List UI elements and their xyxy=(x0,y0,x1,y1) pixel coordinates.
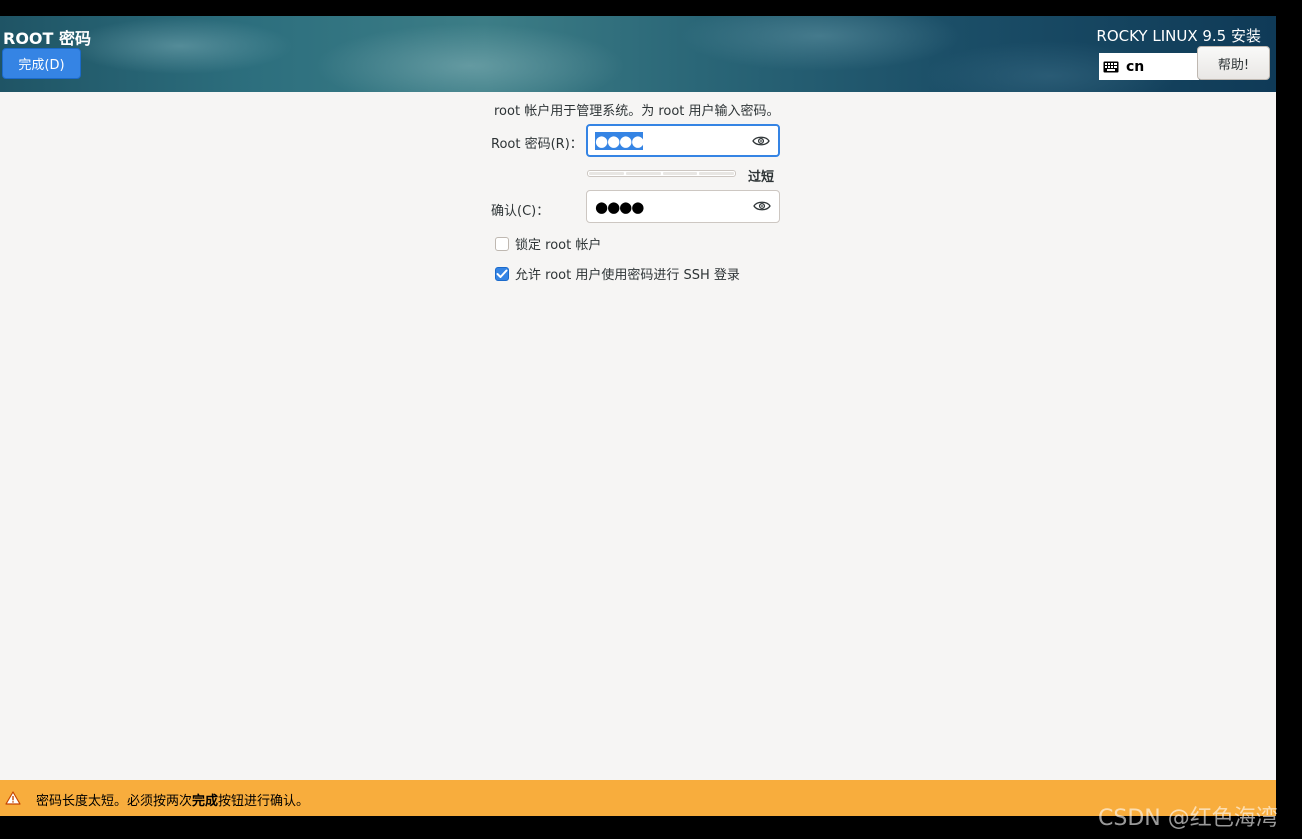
product-title: ROCKY LINUX 9.5 安装 xyxy=(1096,27,1261,45)
warning-bar: 密码长度太短。必须按两次完成按钮进行确认。 xyxy=(0,780,1276,816)
keyboard-icon xyxy=(1103,61,1119,72)
strength-segment xyxy=(699,172,734,175)
strength-segment xyxy=(662,172,698,175)
allow-ssh-checkbox[interactable] xyxy=(495,266,509,281)
eye-icon[interactable] xyxy=(753,199,771,213)
allow-ssh-label: 允许 root 用户使用密码进行 SSH 登录 xyxy=(515,268,740,283)
page-title: ROOT 密码 xyxy=(3,29,92,48)
allow-ssh-row[interactable]: 允许 root 用户使用密码进行 SSH 登录 xyxy=(495,264,740,283)
password-strength-label: 过短 xyxy=(748,170,775,185)
warning-icon xyxy=(5,791,21,805)
lock-root-checkbox[interactable] xyxy=(495,236,509,251)
root-password-label: Root 密码(R)： xyxy=(491,137,583,152)
confirm-password-input[interactable]: ●●●● xyxy=(586,190,780,223)
header-bar: ROOT 密码 完成(D) ROCKY LINUX 9.5 安装 cn 帮助! xyxy=(0,16,1276,92)
eye-icon[interactable] xyxy=(752,134,770,148)
root-password-value: ●●●● xyxy=(595,131,644,150)
form-description: root 帐户用于管理系统。为 root 用户输入密码。 xyxy=(494,104,780,119)
keyboard-layout-label: cn xyxy=(1126,58,1145,75)
warning-message: 密码长度太短。必须按两次完成按钮进行确认。 xyxy=(36,794,310,809)
check-icon xyxy=(496,269,508,278)
done-button[interactable]: 完成(D) xyxy=(2,48,81,79)
root-password-input[interactable]: ●●●● xyxy=(586,124,780,157)
help-button[interactable]: 帮助! xyxy=(1197,46,1270,80)
keyboard-layout-indicator[interactable]: cn xyxy=(1099,53,1199,80)
lock-root-row[interactable]: 锁定 root 帐户 xyxy=(495,234,601,253)
confirm-password-value: ●●●● xyxy=(595,197,644,216)
strength-segment xyxy=(589,172,624,175)
installer-window: ROOT 密码 完成(D) ROCKY LINUX 9.5 安装 cn 帮助! … xyxy=(0,16,1276,816)
lock-root-label: 锁定 root 帐户 xyxy=(515,238,602,253)
password-strength-meter xyxy=(587,170,736,177)
confirm-password-label: 确认(C)： xyxy=(491,204,550,219)
watermark: CSDN @红色海湾 xyxy=(1098,806,1278,831)
strength-segment xyxy=(625,172,661,175)
